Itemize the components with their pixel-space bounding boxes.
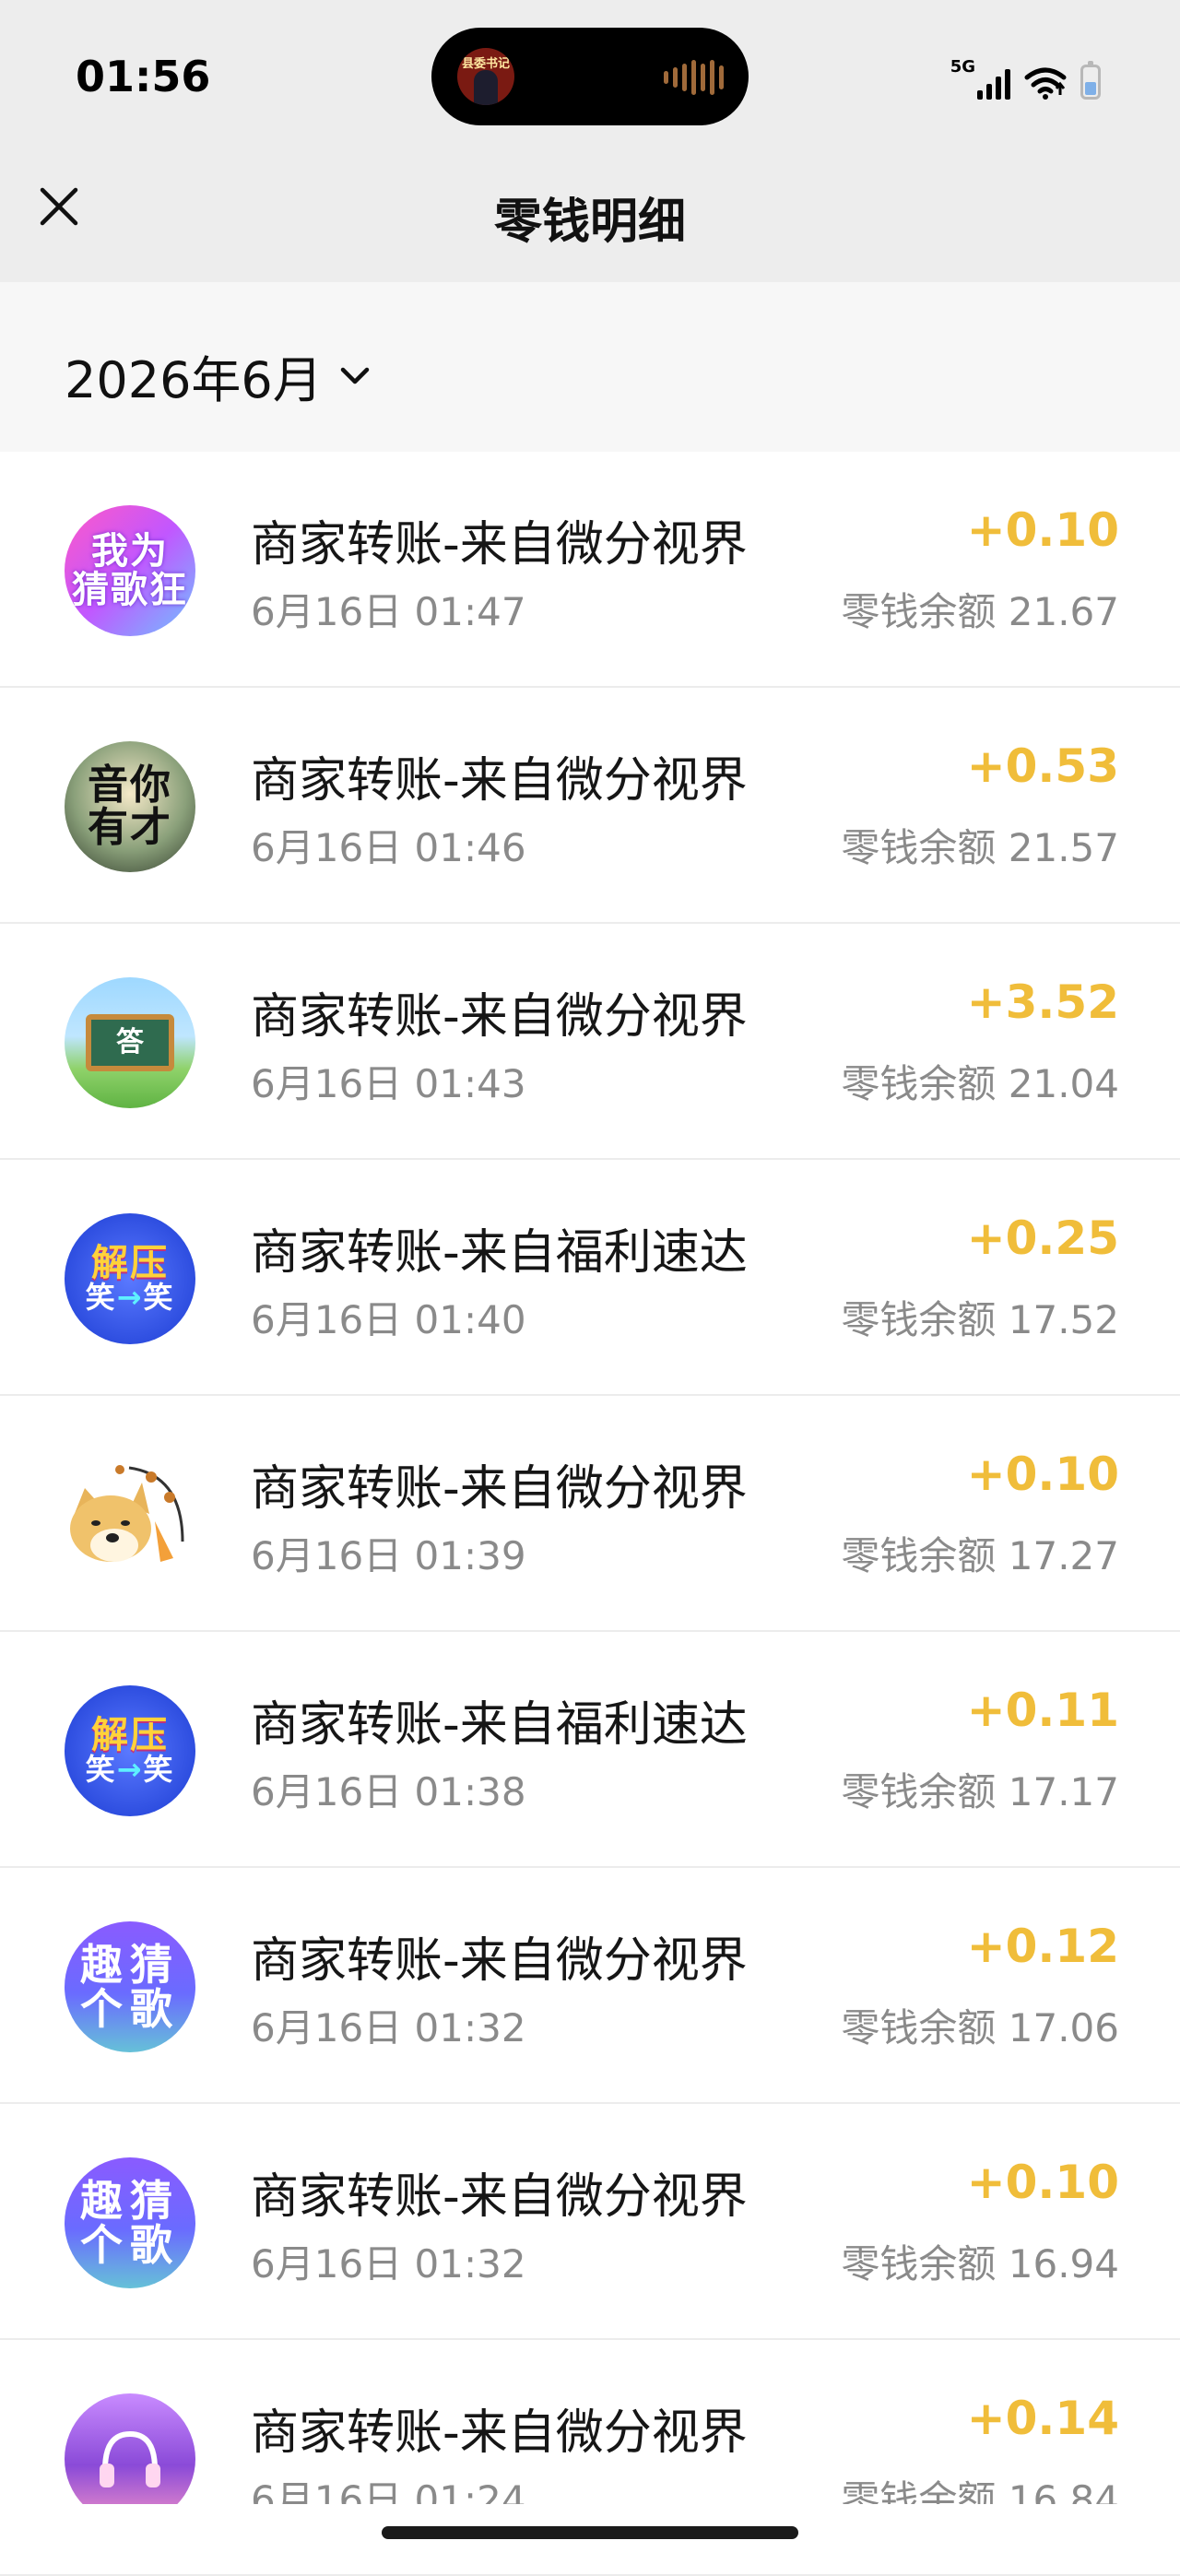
chevron-down-icon — [340, 367, 370, 384]
balance-after: 零钱余额 17.52 — [841, 1297, 1119, 1342]
transaction-title: 商家转账-来自微分视界 — [251, 753, 748, 809]
balance-after: 零钱余额 16.94 — [841, 2241, 1119, 2286]
transaction-amount: +0.11 — [966, 1684, 1119, 1737]
transaction-title: 商家转账-来自微分视界 — [251, 2169, 748, 2225]
transaction-amount: +0.10 — [966, 1448, 1119, 1501]
transaction-date: 6月16日 01:38 — [251, 1769, 526, 1814]
transaction-title: 商家转账-来自福利速达 — [251, 1697, 748, 1753]
transaction-amount: +3.52 — [966, 975, 1119, 1029]
quiz-board-avatar: 答 — [65, 977, 195, 1108]
transaction-amount: +0.25 — [966, 1211, 1119, 1265]
transaction-title: 商家转账-来自福利速达 — [251, 1225, 748, 1281]
month-filter-bar: 2026年6月 — [0, 282, 1180, 452]
transaction-row[interactable]: 音你 有才 商家转账-来自微分视界 6月16日 01:46 +0.53 零钱余额… — [0, 688, 1180, 924]
battery-icon — [1080, 61, 1101, 100]
navigation-bar: 零钱明细 — [0, 148, 1180, 282]
transaction-row[interactable]: 商家转账-来自微分视界 6月16日 01:39 +0.10 零钱余额 17.27 — [0, 1396, 1180, 1632]
network-type-label: 5G — [950, 57, 975, 77]
dynamic-island[interactable]: 县委书记 — [431, 28, 749, 125]
transaction-amount: +0.10 — [966, 2156, 1119, 2209]
guess-song-avatar: 趣猜 个歌 — [65, 1921, 195, 2052]
transaction-amount: +0.53 — [966, 739, 1119, 793]
transaction-row[interactable]: 趣猜 个歌 商家转账-来自微分视界 6月16日 01:32 +0.12 零钱余额… — [0, 1868, 1180, 2104]
doge-avatar — [65, 1449, 195, 1580]
guess-song-avatar: 趣猜 个歌 — [65, 2157, 195, 2288]
transaction-title: 商家转账-来自微分视界 — [251, 989, 748, 1045]
transaction-row[interactable]: 解压 笑→笑 商家转账-来自福利速达 6月16日 01:40 +0.25 零钱余… — [0, 1160, 1180, 1396]
transaction-title: 商家转账-来自微分视界 — [251, 1933, 748, 1989]
status-bar: 01:56 县委书记 5G — [0, 0, 1180, 148]
transaction-date: 6月16日 01:43 — [251, 1061, 526, 1106]
music-game-avatar: 我为 猜歌狂 — [65, 505, 195, 636]
transaction-date: 6月16日 01:32 — [251, 2005, 526, 2050]
talent-game-avatar: 音你 有才 — [65, 741, 195, 872]
audio-waveform-icon — [664, 59, 724, 96]
now-playing-thumbnail: 县委书记 — [457, 48, 514, 105]
balance-after: 零钱余额 17.17 — [841, 1769, 1119, 1814]
transaction-title: 商家转账-来自微分视界 — [251, 517, 748, 573]
transaction-amount: +0.14 — [966, 2392, 1119, 2445]
balance-after: 零钱余额 21.04 — [841, 1061, 1119, 1106]
page-title: 零钱明细 — [493, 195, 686, 250]
transaction-list: 我为 猜歌狂 商家转账-来自微分视界 6月16日 01:47 +0.10 零钱余… — [0, 452, 1180, 2576]
status-icons: 5G — [950, 57, 1101, 100]
transaction-title: 商家转账-来自微分视界 — [251, 2405, 748, 2461]
chalkboard-icon: 答 — [86, 1014, 174, 1071]
headphones-icon — [100, 2430, 160, 2487]
transaction-amount: +0.10 — [966, 503, 1119, 557]
transaction-date: 6月16日 01:40 — [251, 1297, 526, 1342]
status-time: 01:56 — [76, 52, 211, 101]
transaction-date: 6月16日 01:47 — [251, 589, 526, 634]
balance-after: 零钱余额 17.27 — [841, 1533, 1119, 1578]
thumbnail-text: 县委书记 — [461, 57, 510, 71]
home-indicator[interactable] — [382, 2526, 798, 2539]
transaction-row[interactable]: 我为 猜歌狂 商家转账-来自微分视界 6月16日 01:47 +0.10 零钱余… — [0, 452, 1180, 688]
balance-after: 零钱余额 21.67 — [841, 589, 1119, 634]
transaction-title: 商家转账-来自微分视界 — [251, 1461, 748, 1517]
balance-after: 零钱余额 17.06 — [841, 2005, 1119, 2050]
month-label: 2026年6月 — [65, 351, 323, 409]
cellular-signal-icon — [977, 68, 1010, 100]
wifi-icon — [1024, 67, 1067, 100]
transaction-row[interactable]: 趣猜 个歌 商家转账-来自微分视界 6月16日 01:32 +0.10 零钱余额… — [0, 2104, 1180, 2340]
month-selector[interactable]: 2026年6月 — [65, 339, 371, 412]
balance-after: 零钱余额 21.57 — [841, 825, 1119, 870]
transaction-date: 6月16日 01:46 — [251, 825, 526, 870]
transaction-date: 6月16日 01:39 — [251, 1533, 526, 1578]
transaction-date: 6月16日 01:32 — [251, 2241, 526, 2286]
relief-game-avatar: 解压 笑→笑 — [65, 1213, 195, 1344]
relief-game-avatar: 解压 笑→笑 — [65, 1685, 195, 1816]
transaction-row[interactable]: 答 商家转账-来自微分视界 6月16日 01:43 +3.52 零钱余额 21.… — [0, 924, 1180, 1160]
doge-icon — [70, 1465, 184, 1562]
transaction-row[interactable]: 解压 笑→笑 商家转账-来自福利速达 6月16日 01:38 +0.11 零钱余… — [0, 1632, 1180, 1868]
transaction-amount: +0.12 — [966, 1920, 1119, 1973]
